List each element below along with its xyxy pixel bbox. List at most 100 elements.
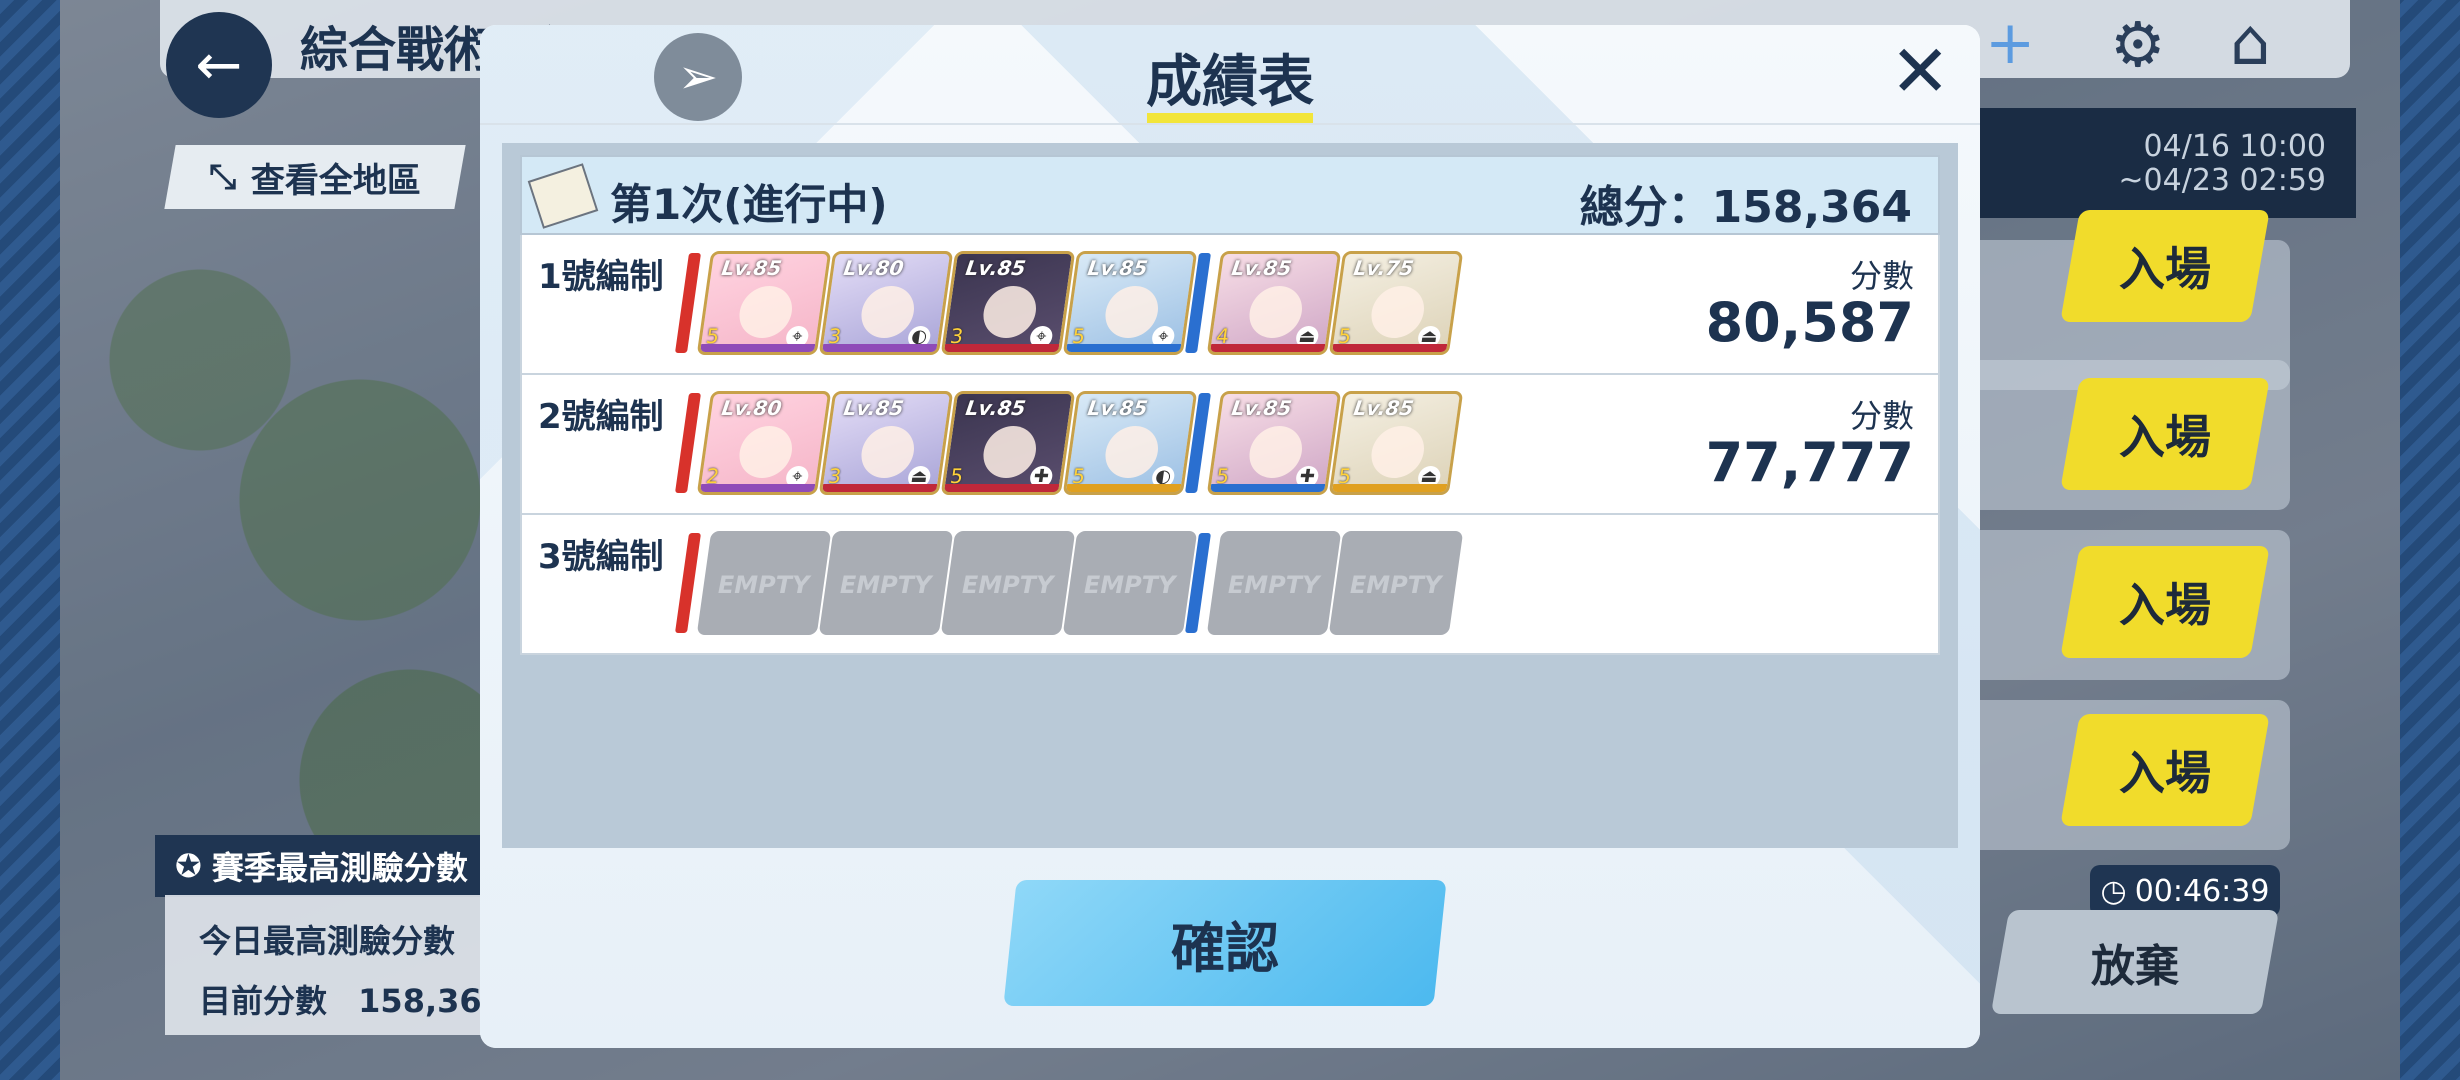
type-bar: [1332, 344, 1448, 352]
portrait: [1102, 286, 1162, 338]
enter-button-4[interactable]: 入場: [2060, 714, 2270, 826]
collapse-arrows-icon: ⤡: [209, 157, 237, 197]
view-all-map-label: 查看全地區: [250, 160, 421, 201]
type-bar: [1210, 484, 1326, 492]
type-bar: [944, 344, 1060, 352]
type-bar: [1066, 344, 1182, 352]
date-start: 04/16 10:00: [2143, 129, 2326, 164]
student-card[interactable]: Lv.85 5 ✚: [940, 391, 1076, 495]
student-card[interactable]: Lv.85 4 ⏏: [1206, 251, 1342, 355]
level-label: Lv.85: [1230, 256, 1294, 280]
level-label: Lv.85: [842, 396, 906, 420]
enter-button-3[interactable]: 入場: [2060, 546, 2270, 658]
empty-label: EMPTY: [717, 571, 810, 599]
level-label: Lv.85: [964, 396, 1028, 420]
level-label: Lv.85: [1352, 396, 1416, 420]
empty-slot[interactable]: EMPTY: [940, 531, 1076, 635]
team-row: 2號編制 Lv.80 2 ⌖ Lv.85 3 ⏏ Lv.85 5 ✚ Lv.85 5 ◐ Lv.85 5 ✚ L…: [520, 375, 1940, 515]
portrait: [858, 286, 918, 338]
ticket-icon: [527, 163, 599, 229]
record-label: 第1次(進行中): [610, 180, 888, 229]
score-summary: 今日最高測驗分數 目前分數 158,364: [165, 895, 505, 1035]
enter-button-2[interactable]: 入場: [2060, 378, 2270, 490]
portrait: [1368, 426, 1428, 478]
timer-value: 00:46:39: [2134, 873, 2270, 909]
student-card[interactable]: Lv.80 3 ◐: [818, 251, 954, 355]
empty-slot[interactable]: EMPTY: [1062, 531, 1198, 635]
arrow-left-icon: ←: [195, 32, 243, 98]
team-label: 1號編制: [538, 257, 664, 297]
team-row: 1號編制 Lv.85 5 ⌖ Lv.80 3 ◐ Lv.85 3 ⌖ Lv.85 5 ⌖ Lv.85 4 ⏏ L…: [520, 235, 1940, 375]
level-label: Lv.80: [842, 256, 906, 280]
empty-slot[interactable]: EMPTY: [818, 531, 954, 635]
student-card[interactable]: Lv.85 5 ⌖: [1062, 251, 1198, 355]
gear-icon[interactable]: ⚙: [2110, 8, 2166, 81]
type-bar: [1066, 484, 1182, 492]
level-label: Lv.85: [1086, 396, 1150, 420]
modal-title: 成績表: [1146, 50, 1314, 115]
portrait: [1102, 426, 1162, 478]
empty-slot[interactable]: EMPTY: [1206, 531, 1342, 635]
current-score-row: 目前分數 158,364: [199, 971, 505, 1031]
title-underline: [1147, 113, 1313, 123]
level-label: Lv.85: [964, 256, 1028, 280]
student-card[interactable]: Lv.80 2 ⌖: [696, 391, 832, 495]
close-icon[interactable]: ✕: [1890, 35, 1950, 107]
home-icon[interactable]: ⌂: [2230, 6, 2271, 80]
type-bar: [822, 344, 938, 352]
team-row: 3號編制 EMPTY EMPTY EMPTY EMPTY EMPTY EMPTY: [520, 515, 1940, 655]
type-bar: [700, 344, 816, 352]
portrait: [1246, 426, 1306, 478]
view-all-map-button[interactable]: ⤡ 查看全地區: [164, 145, 466, 209]
portrait: [858, 426, 918, 478]
empty-label: EMPTY: [839, 571, 932, 599]
type-bar: [1210, 344, 1326, 352]
total-score: 總分：158,364: [1579, 182, 1912, 233]
medal-icon: ✪: [175, 847, 202, 885]
striker-marker: [674, 253, 702, 353]
student-card[interactable]: Lv.85 5 ✚: [1206, 391, 1342, 495]
student-card[interactable]: Lv.85 5 ◐: [1062, 391, 1198, 495]
portrait: [1368, 286, 1428, 338]
student-card[interactable]: Lv.85 3 ⌖: [940, 251, 1076, 355]
level-label: Lv.80: [720, 396, 784, 420]
current-score-label: 目前分數: [199, 982, 328, 1020]
event-period: 04/16 10:00 ~04/23 02:59: [1960, 108, 2356, 218]
type-bar: [700, 484, 816, 492]
portrait: [980, 286, 1040, 338]
type-bar: [944, 484, 1060, 492]
type-bar: [822, 484, 938, 492]
level-label: Lv.85: [720, 256, 784, 280]
back-button[interactable]: ←: [166, 12, 272, 118]
clock-icon: ◷: [2100, 873, 2127, 909]
empty-slot[interactable]: EMPTY: [696, 531, 832, 635]
portrait: [736, 426, 796, 478]
plus-icon[interactable]: +: [1985, 8, 2035, 78]
student-card[interactable]: Lv.75 5 ⏏: [1328, 251, 1464, 355]
portrait: [980, 426, 1040, 478]
striker-marker: [674, 533, 702, 633]
today-best-label: 今日最高測驗分數: [199, 922, 456, 960]
empty-slot[interactable]: EMPTY: [1328, 531, 1464, 635]
type-bar: [1332, 484, 1448, 492]
confirm-button[interactable]: 確認: [1003, 880, 1447, 1006]
empty-label: EMPTY: [1083, 571, 1176, 599]
portrait: [736, 286, 796, 338]
level-label: Lv.75: [1352, 256, 1416, 280]
student-card[interactable]: Lv.85 3 ⏏: [818, 391, 954, 495]
empty-label: EMPTY: [1227, 571, 1320, 599]
student-card[interactable]: Lv.85 5 ⌖: [696, 251, 832, 355]
striker-marker: [674, 393, 702, 493]
team-score: 80,587: [1705, 291, 1914, 354]
give-up-button[interactable]: 放棄: [1990, 910, 2280, 1014]
enter-button-1[interactable]: 入場: [2060, 210, 2270, 322]
portrait: [1246, 286, 1306, 338]
student-card[interactable]: Lv.85 5 ⏏: [1328, 391, 1464, 495]
date-end: ~04/23 02:59: [2118, 163, 2326, 198]
season-best-tag: ✪ 賽季最高測驗分數: [155, 835, 495, 897]
empty-label: EMPTY: [1349, 571, 1442, 599]
record-header: 第1次(進行中) 總分：158,364: [520, 155, 1940, 235]
level-label: Lv.85: [1230, 396, 1294, 420]
empty-label: EMPTY: [961, 571, 1054, 599]
team-score: 77,777: [1705, 431, 1914, 494]
